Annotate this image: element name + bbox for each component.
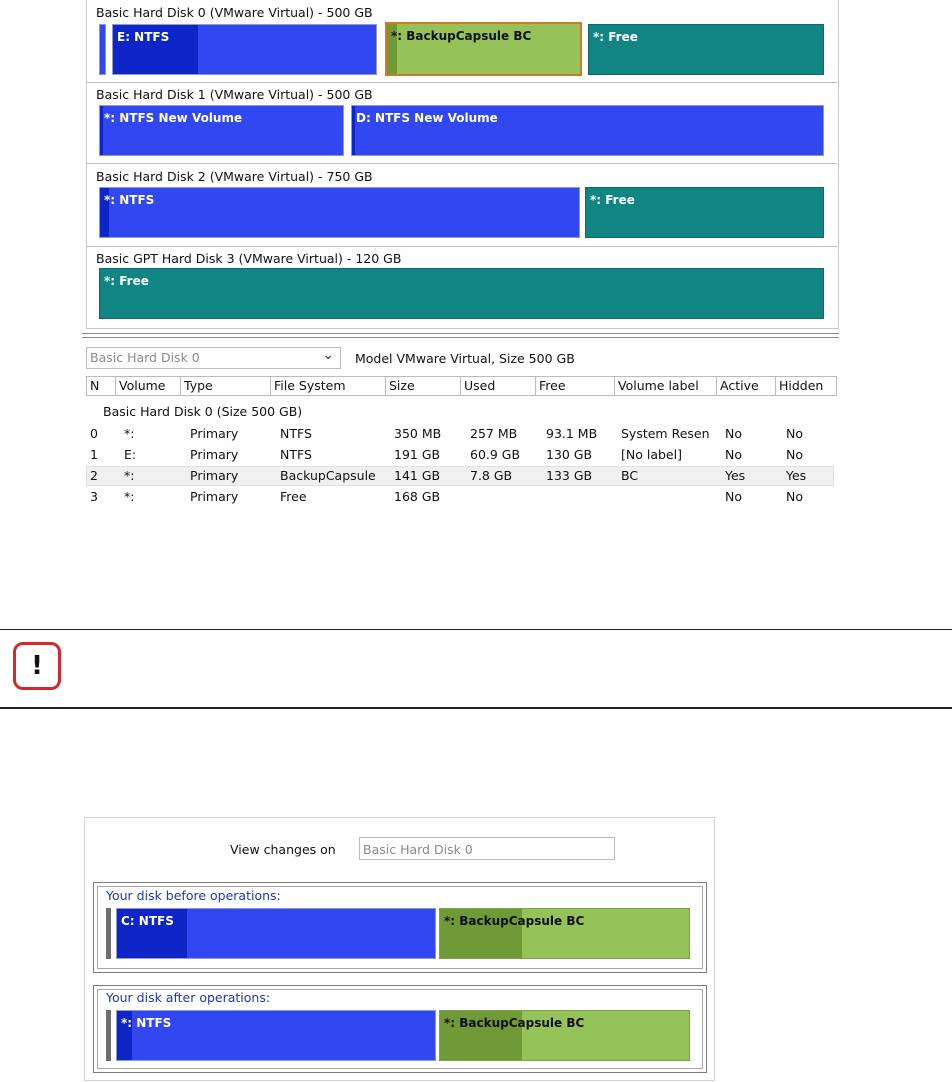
after-partition-ntfs[interactable]: *: NTFS bbox=[116, 1010, 436, 1061]
disk-2-title: Basic Hard Disk 2 (VMware Virtual) - 750… bbox=[96, 169, 373, 184]
column-header-hidden[interactable]: Hidden bbox=[775, 376, 837, 396]
partition-label: C: NTFS bbox=[121, 914, 174, 928]
warning-top-rule bbox=[0, 629, 952, 630]
before-partition-c[interactable]: C: NTFS bbox=[116, 908, 436, 959]
partition-label: *: Free bbox=[593, 30, 638, 44]
cell-volume-label: [No label] bbox=[621, 447, 682, 462]
cell-n: 1 bbox=[90, 447, 98, 462]
cell-active: Yes bbox=[725, 468, 746, 483]
exclamation-mark: ! bbox=[31, 651, 43, 681]
cell-n: 0 bbox=[90, 426, 98, 441]
cell-free: 93.1 MB bbox=[546, 426, 598, 441]
cell-active: No bbox=[725, 426, 742, 441]
cell-active: No bbox=[725, 447, 742, 462]
cell-size: 191 GB bbox=[394, 447, 441, 462]
cell-size: 350 MB bbox=[394, 426, 442, 441]
column-header-n[interactable]: N bbox=[86, 376, 116, 396]
table-group-label: Basic Hard Disk 0 (Size 500 GB) bbox=[103, 404, 303, 419]
partition-label: *: NTFS bbox=[121, 1016, 172, 1030]
column-header-file-system[interactable]: File System bbox=[270, 376, 386, 396]
view-changes-value: Basic Hard Disk 0 bbox=[363, 842, 473, 857]
disk-2-partition-ntfs[interactable]: *: NTFS bbox=[99, 187, 580, 238]
disk-1-partition-new-volume[interactable]: *: NTFS New Volume bbox=[99, 105, 344, 156]
column-header-volume-label[interactable]: Volume label bbox=[614, 376, 717, 396]
disk-1-title: Basic Hard Disk 1 (VMware Virtual) - 500… bbox=[96, 87, 373, 102]
cell-n: 2 bbox=[90, 468, 98, 483]
cell-used: 257 MB bbox=[470, 426, 518, 441]
partition-label: *: BackupCapsule BC bbox=[444, 1016, 585, 1030]
disk-0-small-partition[interactable] bbox=[99, 24, 106, 75]
cell-hidden: No bbox=[786, 426, 803, 441]
column-header-free[interactable]: Free bbox=[535, 376, 615, 396]
cell-type: Primary bbox=[190, 489, 239, 504]
cell-file-system: Free bbox=[280, 489, 307, 504]
disk-1-partition-d[interactable]: D: NTFS New Volume bbox=[351, 105, 824, 156]
cell-active: No bbox=[725, 489, 742, 504]
column-header-used[interactable]: Used bbox=[460, 376, 536, 396]
cell-hidden: No bbox=[786, 489, 803, 504]
partition-label: *: Free bbox=[104, 274, 149, 288]
cell-used: 7.8 GB bbox=[470, 468, 513, 483]
cell-volume: *: bbox=[124, 468, 135, 483]
disk-3-partition-free[interactable]: *: Free bbox=[99, 268, 824, 319]
cell-type: Primary bbox=[190, 468, 239, 483]
partition-label: *: BackupCapsule BC bbox=[391, 29, 532, 43]
disk-0-partition-backup[interactable]: *: BackupCapsule BC bbox=[385, 22, 582, 76]
cell-type: Primary bbox=[190, 426, 239, 441]
disk-0-partition-free[interactable]: *: Free bbox=[588, 24, 824, 75]
before-group-title: Your disk before operations: bbox=[106, 888, 281, 903]
used-space-bar bbox=[352, 106, 355, 155]
partition-label: D: NTFS New Volume bbox=[356, 111, 498, 125]
cell-hidden: No bbox=[786, 447, 803, 462]
cell-size: 168 GB bbox=[394, 489, 441, 504]
column-header-type[interactable]: Type bbox=[180, 376, 271, 396]
before-partition-backup[interactable]: *: BackupCapsule BC bbox=[439, 908, 690, 959]
system-partition-sliver bbox=[106, 908, 111, 959]
partition-label: E: NTFS bbox=[117, 30, 170, 44]
partition-label: *: NTFS New Volume bbox=[104, 111, 243, 125]
splitter-line[interactable] bbox=[82, 333, 839, 334]
disk-selector-dropdown[interactable]: Basic Hard Disk 0 ⌄ bbox=[86, 347, 341, 369]
cell-volume: E: bbox=[124, 447, 137, 462]
cell-file-system: NTFS bbox=[280, 447, 312, 462]
cell-n: 3 bbox=[90, 489, 98, 504]
splitter-line[interactable] bbox=[82, 337, 839, 338]
disk-2-partition-free[interactable]: *: Free bbox=[585, 187, 824, 238]
system-partition-sliver bbox=[106, 1010, 111, 1061]
after-group-title: Your disk after operations: bbox=[106, 990, 271, 1005]
disk-selector-value: Basic Hard Disk 0 bbox=[90, 350, 200, 365]
disk-3-title: Basic GPT Hard Disk 3 (VMware Virtual) -… bbox=[96, 251, 402, 266]
disk-0-title: Basic Hard Disk 0 (VMware Virtual) - 500… bbox=[96, 5, 373, 20]
after-partition-backup[interactable]: *: BackupCapsule BC bbox=[439, 1010, 690, 1061]
partition-label: *: NTFS bbox=[104, 193, 155, 207]
cell-free: 133 GB bbox=[546, 468, 593, 483]
disk-divider bbox=[86, 246, 837, 247]
cell-free: 130 GB bbox=[546, 447, 593, 462]
cell-hidden: Yes bbox=[786, 468, 807, 483]
warning-bottom-rule bbox=[0, 707, 952, 709]
column-header-active[interactable]: Active bbox=[716, 376, 776, 396]
cell-volume-label: System Resen bbox=[621, 426, 710, 441]
partition-label: *: BackupCapsule BC bbox=[444, 914, 585, 928]
view-changes-label: View changes on bbox=[230, 842, 336, 857]
cell-size: 141 GB bbox=[394, 468, 441, 483]
disk-divider bbox=[86, 163, 837, 164]
cell-volume: *: bbox=[124, 489, 135, 504]
model-info: Model VMware Virtual, Size 500 GB bbox=[355, 351, 575, 366]
view-changes-input[interactable]: Basic Hard Disk 0 bbox=[359, 837, 615, 860]
cell-file-system: BackupCapsule bbox=[280, 468, 376, 483]
disk-divider bbox=[86, 82, 837, 83]
chevron-down-icon[interactable]: ⌄ bbox=[322, 345, 334, 365]
used-space-bar bbox=[100, 106, 103, 155]
exclamation-icon: ! bbox=[13, 642, 61, 690]
cell-volume-label: BC bbox=[621, 468, 639, 483]
column-header-volume[interactable]: Volume bbox=[115, 376, 181, 396]
disk-0-partition-e[interactable]: E: NTFS bbox=[112, 24, 377, 75]
cell-type: Primary bbox=[190, 447, 239, 462]
cell-file-system: NTFS bbox=[280, 426, 312, 441]
partition-label: *: Free bbox=[590, 193, 635, 207]
cell-used: 60.9 GB bbox=[470, 447, 521, 462]
column-header-size[interactable]: Size bbox=[385, 376, 461, 396]
cell-volume: *: bbox=[124, 426, 135, 441]
